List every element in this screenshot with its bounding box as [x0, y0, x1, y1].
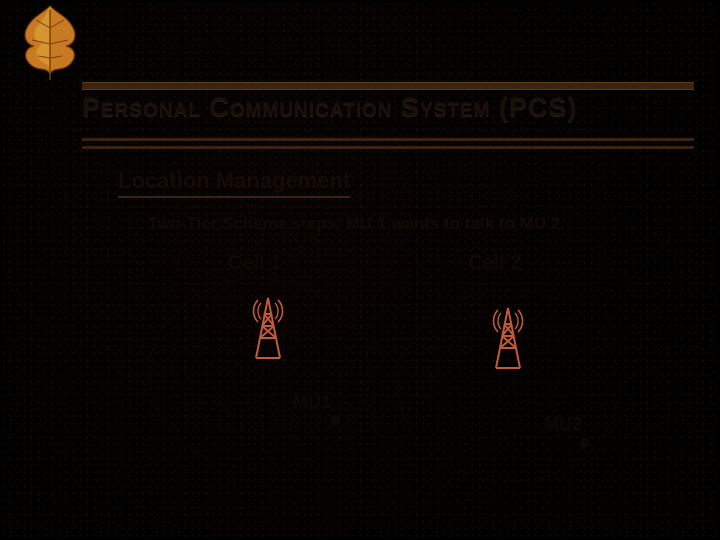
subtitle-text: Two-Tier Scheme steps. MU 1 wants to tal…: [148, 214, 565, 234]
leaf-icon: [12, 0, 88, 91]
mu2-label: MU2: [544, 414, 582, 435]
title-rule-bottom-1: [82, 138, 694, 141]
mu1-label: MU1: [293, 392, 331, 413]
cell-2-label: Cell 2: [468, 252, 521, 275]
texture-overlay: [0, 0, 720, 540]
slide-title: Personal Communication System (PCS): [82, 92, 702, 123]
cell-1-label: Cell 1: [228, 252, 281, 275]
title-rule-bottom-2: [82, 146, 694, 149]
tower-icon-cell-1: [248, 290, 288, 362]
section-heading: Location Management: [118, 168, 350, 198]
mu2-dot: [580, 438, 590, 448]
mu1-dot: [330, 416, 340, 426]
title-rule-top: [82, 82, 694, 90]
tower-icon-cell-2: [488, 300, 528, 372]
slide: Personal Communication System (PCS) Loca…: [0, 0, 720, 540]
slide-frame: [0, 0, 720, 540]
